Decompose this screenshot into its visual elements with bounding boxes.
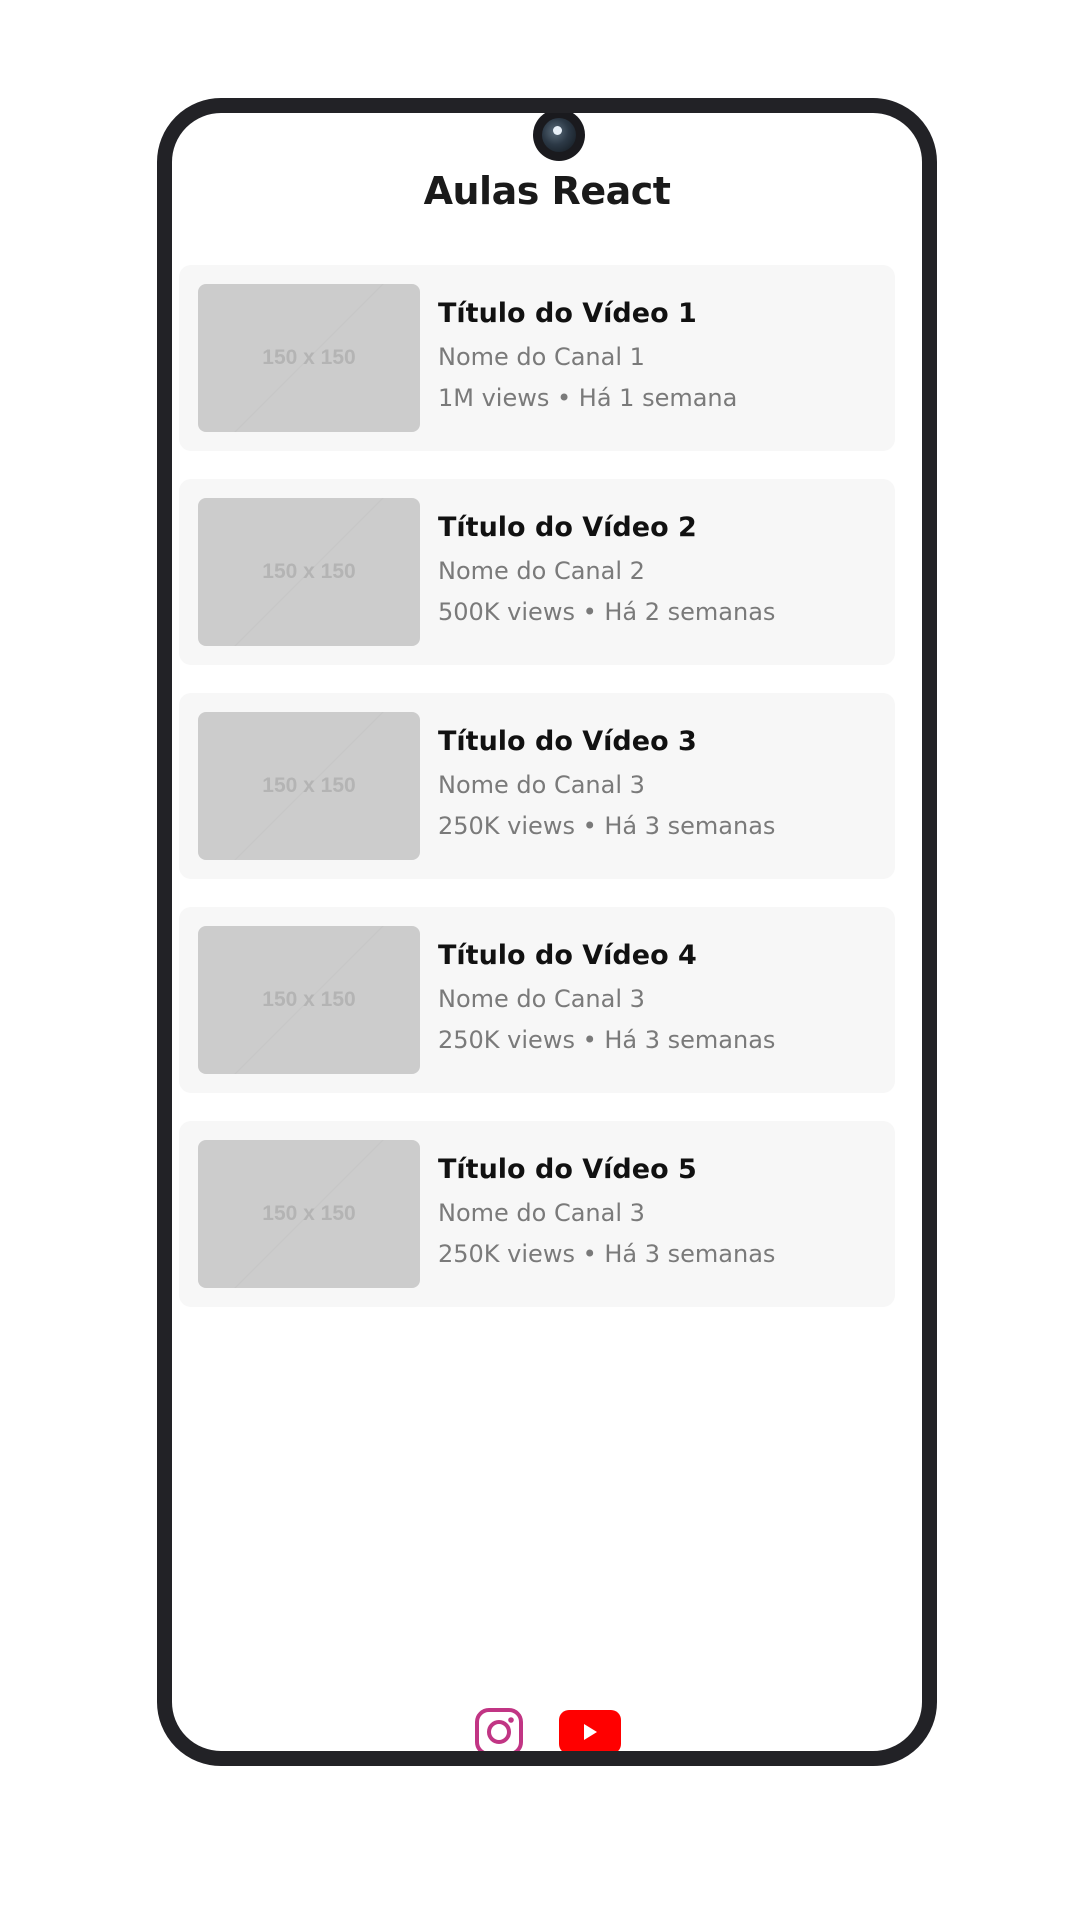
- video-thumbnail[interactable]: 150 x 150: [198, 1140, 420, 1288]
- video-card-5[interactable]: 150 x 150 Título do Vídeo 5 Nome do Cana…: [179, 1121, 895, 1307]
- camera-lens-glint: [553, 126, 562, 135]
- video-meta: 250K views • Há 3 semanas: [438, 812, 776, 840]
- video-info: Título do Vídeo 1 Nome do Canal 1 1M vie…: [438, 297, 885, 414]
- thumbnail-placeholder-label: 150 x 150: [262, 346, 356, 369]
- video-thumbnail[interactable]: 150 x 150: [198, 284, 420, 432]
- camera-lens: [542, 118, 576, 152]
- video-card-4[interactable]: 150 x 150 Título do Vídeo 4 Nome do Cana…: [179, 907, 895, 1093]
- video-meta: 500K views • Há 2 semanas: [438, 598, 776, 626]
- video-channel-name[interactable]: Nome do Canal 3: [438, 1197, 885, 1229]
- thumbnail-placeholder-label: 150 x 150: [262, 774, 356, 797]
- video-title[interactable]: Título do Vídeo 2: [438, 511, 885, 545]
- video-thumbnail[interactable]: 150 x 150: [198, 498, 420, 646]
- phone-frame: Aulas React 150 x 150 Título do Vídeo 1 …: [157, 98, 937, 1766]
- video-title[interactable]: Título do Vídeo 3: [438, 725, 885, 759]
- video-thumbnail[interactable]: 150 x 150: [198, 712, 420, 860]
- video-card-3[interactable]: 150 x 150 Título do Vídeo 3 Nome do Cana…: [179, 693, 895, 879]
- instagram-link[interactable]: [474, 1707, 524, 1751]
- video-info: Título do Vídeo 2 Nome do Canal 2 500K v…: [438, 511, 885, 628]
- footer-social-links: [172, 1706, 922, 1751]
- video-meta: 1M views • Há 1 semana: [438, 384, 738, 412]
- video-card-1[interactable]: 150 x 150 Título do Vídeo 1 Nome do Cana…: [179, 265, 895, 451]
- video-title[interactable]: Título do Vídeo 4: [438, 939, 885, 973]
- video-meta: 250K views • Há 3 semanas: [438, 1240, 776, 1268]
- youtube-link[interactable]: [558, 1710, 621, 1751]
- video-info: Título do Vídeo 5 Nome do Canal 3 250K v…: [438, 1153, 885, 1270]
- video-list: 150 x 150 Título do Vídeo 1 Nome do Cana…: [179, 265, 895, 1335]
- instagram-icon: [474, 1708, 523, 1751]
- page-title: Aulas React: [423, 169, 671, 213]
- video-channel-name[interactable]: Nome do Canal 3: [438, 769, 885, 801]
- thumbnail-placeholder-label: 150 x 150: [262, 988, 356, 1011]
- video-channel-name[interactable]: Nome do Canal 3: [438, 983, 885, 1015]
- video-title[interactable]: Título do Vídeo 5: [438, 1153, 885, 1187]
- video-thumbnail[interactable]: 150 x 150: [198, 926, 420, 1074]
- video-channel-name[interactable]: Nome do Canal 1: [438, 341, 885, 373]
- video-card-2[interactable]: 150 x 150 Título do Vídeo 2 Nome do Cana…: [179, 479, 895, 665]
- youtube-icon: [558, 1710, 621, 1751]
- video-title[interactable]: Título do Vídeo 1: [438, 297, 885, 331]
- video-info: Título do Vídeo 3 Nome do Canal 3 250K v…: [438, 725, 885, 842]
- thumbnail-placeholder-label: 150 x 150: [262, 1202, 356, 1225]
- camera-icon: [533, 113, 585, 161]
- video-channel-name[interactable]: Nome do Canal 2: [438, 555, 885, 587]
- video-info: Título do Vídeo 4 Nome do Canal 3 250K v…: [438, 939, 885, 1056]
- thumbnail-placeholder-label: 150 x 150: [262, 560, 356, 583]
- video-meta: 250K views • Há 3 semanas: [438, 1026, 776, 1054]
